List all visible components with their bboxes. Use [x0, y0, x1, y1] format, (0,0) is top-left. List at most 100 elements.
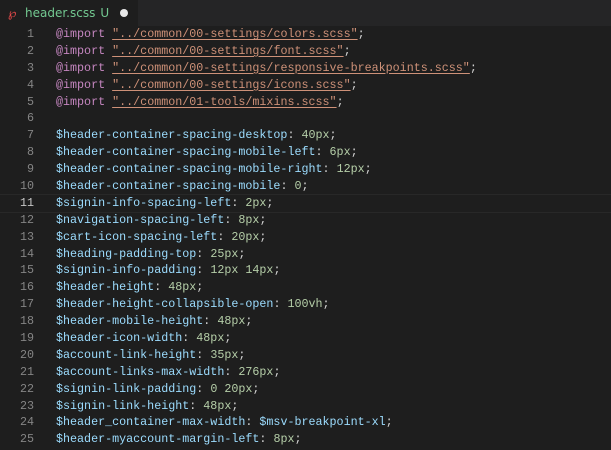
number-token: 12px [336, 162, 365, 177]
tab-header-scss[interactable]: ℘ header.scss U [0, 0, 139, 26]
punctuation-token: ; [259, 212, 267, 227]
unsaved-dot-icon[interactable] [120, 9, 129, 17]
line-code: @import "../common/01-tools/mixins.scss"… [56, 94, 344, 111]
code-line[interactable]: 21 $account-links-max-width: 276px; [0, 364, 611, 381]
punctuation-token: ; [357, 27, 365, 41]
punctuation-token: ; [196, 280, 204, 295]
punctuation-token: : [287, 128, 302, 143]
line-number: 13 [19, 229, 34, 244]
line-code: $header-mobile-height: 48px; [56, 313, 252, 330]
line-number: 5 [26, 94, 34, 109]
line-code: $header-myaccount-margin-left: 8px; [56, 431, 302, 448]
punctuation-token: : [259, 432, 274, 447]
code-line[interactable]: 9 $header-container-spacing-mobile-right:… [0, 161, 611, 178]
keyword-token: @import [56, 27, 106, 41]
line-number: 10 [19, 179, 34, 194]
code-line[interactable]: 10 $header-container-spacing-mobile: 0; [0, 178, 611, 195]
punctuation-token: ; [238, 246, 246, 261]
line-code: $header-container-spacing-mobile: 0; [56, 178, 309, 195]
line-code: @import "../common/00-settings/colors.sc… [56, 26, 365, 43]
code-line[interactable]: 5 @import "../common/01-tools/mixins.scss… [0, 94, 611, 111]
line-number: 24 [19, 415, 34, 430]
code-line[interactable]: 12 $navigation-spacing-left: 8px; [0, 212, 611, 229]
keyword-token: @import [56, 43, 106, 58]
line-code: $signin-link-padding: 0 20px; [56, 381, 259, 398]
line-number: 19 [19, 331, 34, 346]
code-line[interactable]: 6 [0, 110, 611, 127]
line-code: $cart-icon-spacing-left: 20px; [56, 229, 266, 246]
punctuation-token: ; [252, 381, 260, 396]
number-token: 40px [301, 128, 330, 143]
code-line[interactable]: 2 @import "../common/00-settings/font.scs… [0, 43, 611, 60]
punctuation-token: ; [322, 297, 330, 312]
code-line[interactable]: 1 @import "../common/00-settings/colors.s… [0, 26, 611, 43]
code-line[interactable]: 15 $signin-info-padding: 12px 14px; [0, 262, 611, 279]
variable-token: $header-height-collapsible-open [56, 297, 274, 312]
code-line[interactable]: 16 $header-height: 48px; [0, 279, 611, 296]
string-token[interactable]: "../common/00-settings/colors.scss" [112, 27, 357, 41]
variable-token: $cart-icon-spacing-left [56, 229, 218, 244]
punctuation-token: : [231, 195, 246, 210]
line-code: $account-link-height: 35px; [56, 347, 245, 364]
line-code: $header-container-spacing-mobile-left: 6… [56, 144, 358, 161]
punctuation-token: : [280, 179, 295, 194]
code-line[interactable]: 25 $header-myaccount-margin-left: 8px; [0, 431, 611, 448]
punctuation-token: ; [238, 347, 246, 362]
line-number: 3 [26, 60, 34, 75]
line-number: 15 [19, 263, 34, 278]
variable-token: $header-mobile-height [56, 314, 204, 329]
code-line[interactable]: 11 $signin-info-spacing-left: 2px; [0, 193, 611, 213]
number-token: 35px [210, 347, 239, 362]
variable-token: $account-links-max-width [56, 364, 225, 379]
punctuation-token: ; [350, 145, 358, 160]
punctuation-token: : [182, 331, 197, 346]
line-code: $header-icon-width: 48px; [56, 330, 231, 347]
line-number: 9 [26, 162, 34, 177]
code-line[interactable]: 18 $header-mobile-height: 48px; [0, 313, 611, 330]
punctuation-token: : [322, 162, 337, 177]
code-line[interactable]: 17 $header-height-collapsible-open: 100vh… [0, 296, 611, 313]
code-line[interactable]: 14 $heading-padding-top: 25px; [0, 246, 611, 263]
line-number: 18 [19, 314, 34, 329]
string-token[interactable]: "../common/00-settings/responsive-breakp… [112, 61, 470, 75]
string-token[interactable]: "../common/00-settings/font.scss" [112, 44, 343, 58]
number-token: 8px [273, 432, 295, 447]
punctuation-token: ; [231, 398, 239, 413]
string-token[interactable]: "../common/00-settings/icons.scss" [112, 78, 350, 92]
punctuation-token: ; [273, 263, 281, 278]
punctuation-token: ; [343, 43, 351, 58]
line-code: $header-height-collapsible-open: 100vh; [56, 296, 330, 313]
punctuation-token: : [315, 145, 330, 160]
punctuation-token: ; [245, 314, 253, 329]
code-line[interactable]: 19 $header-icon-width: 48px; [0, 330, 611, 347]
code-line[interactable]: 7 $header-container-spacing-desktop: 40px… [0, 127, 611, 144]
line-code: $heading-padding-top: 25px; [56, 246, 245, 263]
code-line[interactable]: 24 $header_container-max-width: $msv-brea… [0, 414, 611, 431]
line-number: 8 [26, 145, 34, 160]
line-code: $navigation-spacing-left: 8px; [56, 212, 266, 229]
code-line[interactable]: 13 $cart-icon-spacing-left: 20px; [0, 229, 611, 246]
line-code: $header-height: 48px; [56, 279, 203, 296]
line-code: $signin-info-padding: 12px 14px; [56, 262, 280, 279]
line-number: 4 [26, 77, 34, 92]
string-token[interactable]: "../common/01-tools/mixins.scss" [112, 95, 336, 109]
line-number: 6 [26, 111, 34, 126]
code-line[interactable]: 4 @import "../common/00-settings/icons.sc… [0, 77, 611, 94]
code-line[interactable]: 8 $header-container-spacing-mobile-left: … [0, 144, 611, 161]
code-line[interactable]: 20 $account-link-height: 35px; [0, 347, 611, 364]
line-code: @import "../common/00-settings/responsiv… [56, 60, 477, 77]
punctuation-token: : [154, 280, 169, 295]
code-editor[interactable]: 1 @import "../common/00-settings/colors.s… [0, 26, 611, 450]
number-token: 25px [210, 246, 239, 261]
number-token: 100vh [287, 297, 323, 312]
code-line[interactable]: 22 $signin-link-padding: 0 20px; [0, 381, 611, 398]
code-line[interactable]: 3 @import "../common/00-settings/responsi… [0, 60, 611, 77]
line-number: 1 [26, 27, 34, 41]
variable-token: $header-container-spacing-mobile-left [56, 145, 316, 160]
line-code: $signin-link-height: 48px; [56, 398, 238, 415]
code-line[interactable]: 23 $signin-link-height: 48px; [0, 398, 611, 415]
punctuation-token: ; [329, 128, 337, 143]
punctuation-token: : [196, 246, 211, 261]
punctuation-token: : [203, 314, 218, 329]
sass-icon: ℘ [8, 6, 17, 20]
